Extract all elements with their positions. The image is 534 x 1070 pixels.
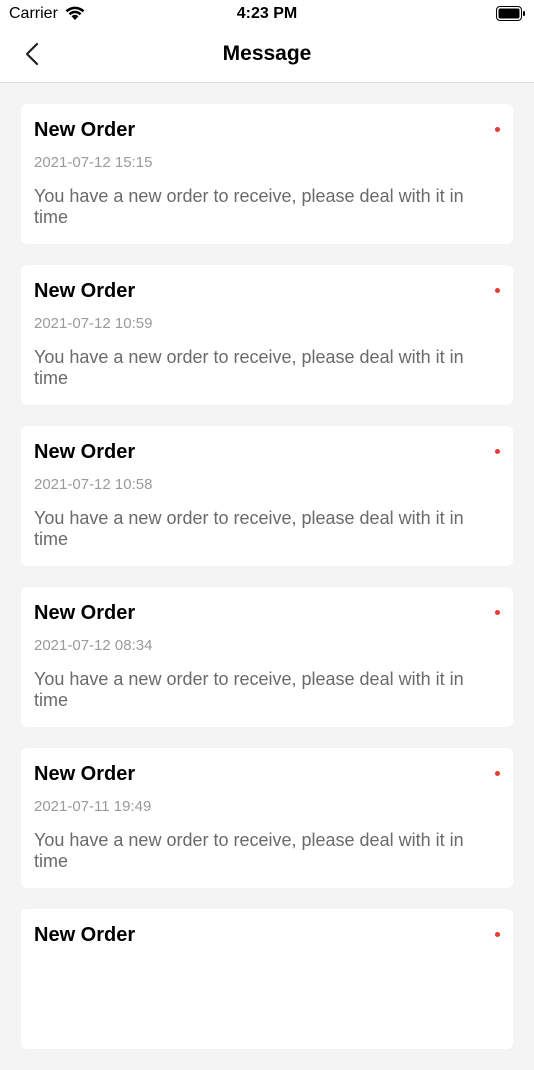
unread-dot-icon bbox=[495, 771, 500, 776]
message-title: New Order bbox=[34, 602, 136, 624]
message-body: You have a new order to receive, please … bbox=[34, 186, 464, 227]
message-title: New Order bbox=[34, 763, 136, 785]
unread-dot-icon bbox=[495, 288, 500, 293]
unread-dot-icon bbox=[495, 932, 500, 937]
status-bar: Carrier 4:23 PM bbox=[0, 0, 534, 28]
message-timestamp: 2021-07-12 10:59 bbox=[34, 315, 153, 332]
status-time: 4:23 PM bbox=[236, 5, 298, 22]
message-title: New Order bbox=[34, 441, 136, 463]
message-body: You have a new order to receive, please … bbox=[34, 508, 464, 549]
message-timestamp: 2021-07-12 10:58 bbox=[34, 476, 153, 493]
message-card[interactable]: New Order 2021-07-12 10:58 You have a ne… bbox=[21, 426, 513, 566]
message-timestamp: 2021-07-12 15:15 bbox=[34, 154, 153, 171]
message-title: New Order bbox=[34, 280, 136, 302]
message-body: You have a new order to receive, please … bbox=[34, 347, 464, 388]
page-title: Message bbox=[222, 42, 312, 65]
message-timestamp: 2021-07-11 19:49 bbox=[34, 798, 152, 815]
message-card[interactable]: New Order 2021-07-12 15:15 You have a ne… bbox=[21, 104, 513, 244]
message-card[interactable]: New Order 2021-07-12 08:34 You have a ne… bbox=[21, 587, 513, 727]
navigation-bar: Message bbox=[0, 28, 534, 83]
message-card[interactable]: New Order 2021-07-12 10:59 You have a ne… bbox=[21, 265, 513, 405]
message-card[interactable]: New Order bbox=[21, 909, 513, 1049]
message-body: You have a new order to receive, please … bbox=[34, 669, 464, 710]
battery-icon bbox=[496, 6, 525, 21]
message-card[interactable]: New Order 2021-07-11 19:49 You have a ne… bbox=[21, 748, 513, 888]
unread-dot-icon bbox=[495, 127, 500, 132]
unread-dot-icon bbox=[495, 449, 500, 454]
message-title: New Order bbox=[34, 119, 136, 141]
message-list: New Order 2021-07-12 15:15 You have a ne… bbox=[21, 104, 513, 1070]
message-body: You have a new order to receive, please … bbox=[34, 830, 464, 871]
message-title: New Order bbox=[34, 924, 136, 946]
message-timestamp: 2021-07-12 08:34 bbox=[34, 637, 153, 654]
unread-dot-icon bbox=[495, 610, 500, 615]
